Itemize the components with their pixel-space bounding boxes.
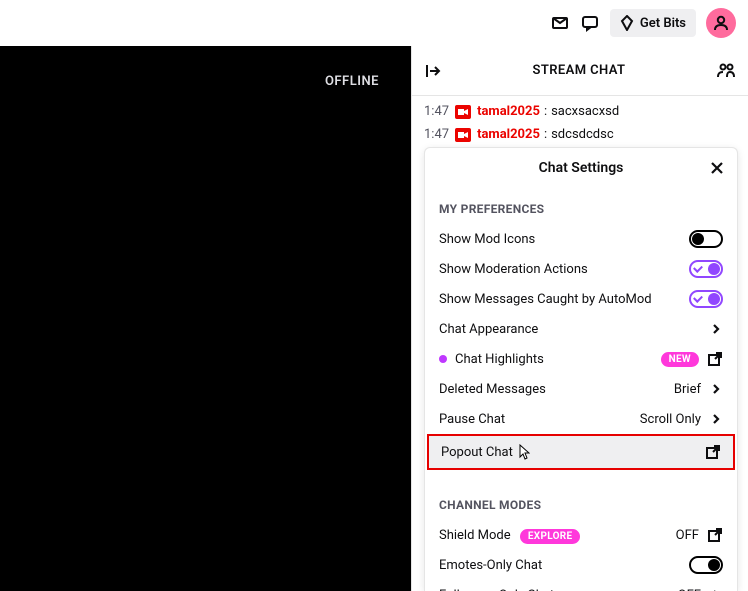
- whispers-icon[interactable]: [580, 13, 600, 33]
- chat-message: 1:47 tamal2025: sacxsacxsd: [424, 104, 736, 119]
- inbox-icon[interactable]: [550, 13, 570, 33]
- broadcaster-badge-icon: [455, 105, 471, 119]
- row-show-automod[interactable]: Show Messages Caught by AutoMod: [425, 284, 737, 314]
- chat-text: sacxsacxsd: [551, 104, 619, 119]
- row-show-mod-icons[interactable]: Show Mod Icons: [425, 224, 737, 254]
- row-value: Scroll Only: [640, 412, 701, 427]
- video-player[interactable]: OFFLINE: [0, 46, 411, 591]
- chevron-right-icon: [709, 322, 723, 336]
- chat-panel: STREAM CHAT 1:47 tamal2025: sacxsacxsd 1…: [411, 46, 748, 591]
- row-label: Show Messages Caught by AutoMod: [439, 292, 681, 307]
- chat-header-title: STREAM CHAT: [442, 63, 716, 78]
- row-label: Chat Appearance: [439, 322, 701, 337]
- section-my-preferences: MY PREFERENCES: [425, 192, 737, 224]
- row-label: Chat Highlights: [455, 352, 653, 367]
- chevron-right-icon: [709, 382, 723, 396]
- row-label: Show Mod Icons: [439, 232, 681, 247]
- row-followers-only[interactable]: Followers-Only Chat OFF: [425, 580, 737, 591]
- row-label: Show Moderation Actions: [439, 262, 681, 277]
- external-link-icon[interactable]: [707, 351, 723, 367]
- get-bits-button[interactable]: Get Bits: [610, 9, 696, 37]
- chat-text: sdcsdcdsc: [551, 127, 614, 142]
- row-deleted-messages[interactable]: Deleted Messages Brief: [425, 374, 737, 404]
- chat-message: 1:47 tamal2025: sdcsdcdsc: [424, 127, 736, 142]
- row-popout-chat[interactable]: Popout Chat: [429, 436, 733, 468]
- get-bits-label: Get Bits: [640, 16, 686, 31]
- chevron-right-icon: [709, 412, 723, 426]
- new-badge: NEW: [661, 352, 699, 367]
- row-emotes-only[interactable]: Emotes-Only Chat: [425, 550, 737, 580]
- broadcaster-badge-icon: [455, 128, 471, 142]
- row-show-mod-actions[interactable]: Show Moderation Actions: [425, 254, 737, 284]
- chat-time: 1:47: [424, 104, 449, 119]
- avatar[interactable]: [706, 8, 736, 38]
- row-label: Deleted Messages: [439, 382, 666, 397]
- explore-badge: EXPLORE: [520, 529, 581, 544]
- toggle-show-mod-icons[interactable]: [689, 230, 723, 248]
- user-icon: [712, 14, 730, 32]
- row-pause-chat[interactable]: Pause Chat Scroll Only: [425, 404, 737, 434]
- toggle-show-automod[interactable]: [689, 290, 723, 308]
- row-label: Pause Chat: [439, 412, 632, 427]
- external-link-icon[interactable]: [707, 527, 723, 543]
- chat-settings-panel: Chat Settings MY PREFERENCES Show Mod Ic…: [424, 147, 738, 591]
- chat-username[interactable]: tamal2025: [477, 104, 540, 119]
- toggle-show-mod-actions[interactable]: [689, 260, 723, 278]
- row-label: Popout Chat: [441, 445, 697, 460]
- close-icon: [710, 161, 724, 175]
- highlight-dot-icon: [439, 355, 447, 363]
- chat-time: 1:47: [424, 127, 449, 142]
- offline-status: OFFLINE: [325, 74, 379, 89]
- row-label: Shield Mode EXPLORE: [439, 528, 668, 543]
- close-button[interactable]: [707, 158, 727, 178]
- row-value: Brief: [674, 382, 701, 397]
- row-label: Followers-Only Chat: [439, 588, 670, 591]
- external-link-icon[interactable]: [705, 444, 721, 460]
- community-icon[interactable]: [716, 61, 736, 81]
- row-value: OFF: [676, 528, 699, 543]
- row-chat-highlights[interactable]: Chat Highlights NEW: [425, 344, 737, 374]
- row-value: OFF: [678, 588, 701, 591]
- section-channel-modes: CHANNEL MODES: [425, 488, 737, 520]
- chat-username[interactable]: tamal2025: [477, 127, 540, 142]
- row-shield-mode[interactable]: Shield Mode EXPLORE OFF: [425, 520, 737, 550]
- row-chat-appearance[interactable]: Chat Appearance: [425, 314, 737, 344]
- toggle-emotes-only[interactable]: [689, 556, 723, 574]
- collapse-chat-icon[interactable]: [424, 62, 442, 80]
- bits-icon: [620, 15, 634, 31]
- row-label: Emotes-Only Chat: [439, 558, 681, 573]
- settings-title: Chat Settings: [539, 160, 624, 176]
